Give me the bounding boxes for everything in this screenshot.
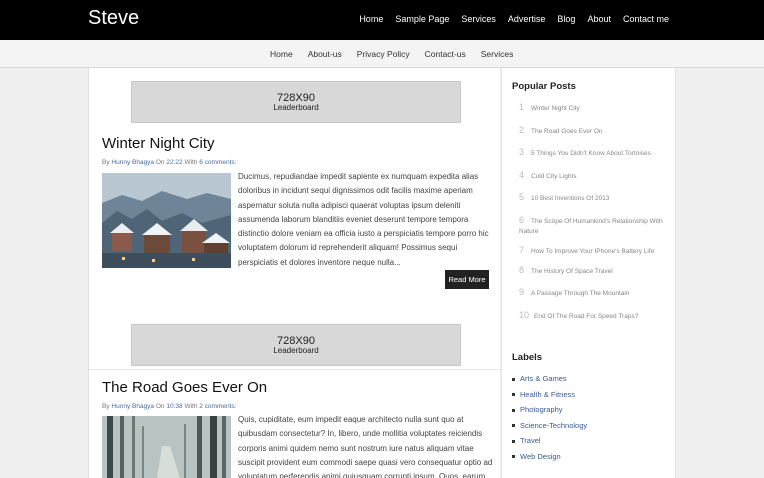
post-meta: By Hunny Bhagya On 22:22 With 6 comments… xyxy=(102,159,236,166)
post-time-link[interactable]: 22:22 xyxy=(166,159,182,166)
popular-post-item[interactable]: 7 How To Improve Your IPhone's Battery Li… xyxy=(519,245,669,257)
popular-post-item[interactable]: 5 10 Best Inventions Of 2013 xyxy=(519,192,669,204)
meta-with: With xyxy=(184,159,198,166)
post-time-link[interactable]: 10:38 xyxy=(166,403,182,410)
popular-post-link[interactable]: The History Of Space Travel xyxy=(531,268,613,275)
popular-post-number: 2 xyxy=(519,124,525,135)
meta-by: By xyxy=(102,159,110,166)
label-link[interactable]: Web Design xyxy=(512,449,587,465)
top-nav-blog[interactable]: Blog xyxy=(557,14,575,24)
ad-label: Leaderboard xyxy=(273,346,319,355)
popular-post-item[interactable]: 3 5 Things You Didn't Know About Tortoise… xyxy=(519,147,669,159)
popular-post-number: 7 xyxy=(519,244,525,255)
post-thumbnail-winter-city[interactable] xyxy=(102,173,231,268)
meta-with: With xyxy=(184,403,198,410)
top-nav-home[interactable]: Home xyxy=(359,14,383,24)
sub-nav-contact-us[interactable]: Contact-us xyxy=(425,49,466,59)
popular-post-number: 6 xyxy=(519,214,525,225)
sidebar: Popular Posts 1 Winter Night City 2 The Ro… xyxy=(501,68,676,478)
label-link[interactable]: Photography xyxy=(512,402,587,418)
popular-post-item[interactable]: 8 The History Of Space Travel xyxy=(519,265,669,277)
ad-label: Leaderboard xyxy=(273,103,319,112)
top-nav: Home Sample Page Services Advertise Blog… xyxy=(347,14,669,24)
popular-posts-list: 1 Winter Night City 2 The Road Goes Ever O… xyxy=(519,102,669,332)
top-nav-sample-page[interactable]: Sample Page xyxy=(395,14,449,24)
popular-post-item[interactable]: 2 The Road Goes Ever On xyxy=(519,125,669,137)
popular-post-number: 8 xyxy=(519,264,525,275)
leaderboard-ad[interactable]: 728X90 Leaderboard xyxy=(131,81,461,123)
post-meta: By Hunny Bhagya On 10:38 With 2 comments… xyxy=(102,403,236,410)
sub-nav-about-us[interactable]: About-us xyxy=(308,49,342,59)
author-link[interactable]: Hunny Bhagya xyxy=(111,159,154,166)
labels-heading: Labels xyxy=(512,352,543,363)
popular-post-item[interactable]: 10 End Of The Road For Speed Traps? xyxy=(519,310,669,322)
popular-post-number: 1 xyxy=(519,102,525,112)
labels-list: Arts & Games Health & Fitness Photograph… xyxy=(512,371,587,464)
meta-on: On xyxy=(155,403,165,410)
popular-post-number: 9 xyxy=(519,287,525,297)
popular-post-item[interactable]: 9 A Passage Through The Mountain xyxy=(519,287,669,299)
popular-post-link[interactable]: How To Improve Your IPhone's Battery Lif… xyxy=(531,248,654,255)
post-divider xyxy=(89,369,501,370)
post-excerpt: Ducimus, repudiandae impedit sapiente ex… xyxy=(238,172,489,267)
meta-by: By xyxy=(102,403,110,410)
popular-post-link[interactable]: Winter Night City xyxy=(531,105,580,112)
label-link[interactable]: Health & Fitness xyxy=(512,387,587,403)
label-link[interactable]: Arts & Games xyxy=(512,371,587,387)
top-nav-about[interactable]: About xyxy=(587,14,611,24)
meta-on: On xyxy=(155,159,165,166)
author-link[interactable]: Hunny Bhagya xyxy=(111,403,154,410)
popular-post-number: 4 xyxy=(519,169,525,180)
comments-link[interactable]: 2 comments: xyxy=(199,403,236,410)
sub-nav-services[interactable]: Services xyxy=(481,49,514,59)
popular-post-item[interactable]: 6 The Scope Of Humankind's Relationship W… xyxy=(519,215,669,237)
label-link[interactable]: Travel xyxy=(512,433,587,449)
popular-post-number: 10 xyxy=(519,309,530,320)
popular-post-link[interactable]: The Scope Of Humankind's Relationship Wi… xyxy=(519,218,663,235)
top-header: Steve Home Sample Page Services Advertis… xyxy=(0,0,764,40)
sub-nav-privacy-policy[interactable]: Privacy Policy xyxy=(357,49,410,59)
popular-post-item[interactable]: 4 Cold City Lights xyxy=(519,170,669,182)
popular-post-link[interactable]: 5 Things You Didn't Know About Tortoises xyxy=(531,150,651,157)
ad-size: 728X90 xyxy=(277,92,315,104)
post-thumbnail-forest-road[interactable] xyxy=(102,416,231,478)
sub-nav-home[interactable]: Home xyxy=(270,49,293,59)
top-nav-contact-me[interactable]: Contact me xyxy=(623,14,669,24)
top-nav-advertise[interactable]: Advertise xyxy=(508,14,546,24)
popular-post-number: 5 xyxy=(519,192,525,202)
post-excerpt: Quis, cupiditate, eum impedit eaque arch… xyxy=(238,415,493,478)
secondary-nav: Home About-us Privacy Policy Contact-us … xyxy=(270,49,528,59)
post-title[interactable]: The Road Goes Ever On xyxy=(102,379,267,396)
secondary-nav-bar: Home About-us Privacy Policy Contact-us … xyxy=(0,40,764,68)
popular-post-link[interactable]: The Road Goes Ever On xyxy=(531,128,603,135)
post-title[interactable]: Winter Night City xyxy=(102,135,215,152)
popular-posts-heading: Popular Posts xyxy=(512,81,576,92)
ad-size: 728X90 xyxy=(277,335,315,347)
label-link[interactable]: Science-Technology xyxy=(512,418,587,434)
popular-post-link[interactable]: A Passage Through The Mountain xyxy=(531,290,629,297)
leaderboard-ad[interactable]: 728X90 Leaderboard xyxy=(131,324,461,366)
popular-post-link[interactable]: End Of The Road For Speed Traps? xyxy=(534,313,638,320)
read-more-button[interactable]: Read More xyxy=(445,270,489,289)
comments-link[interactable]: 6 comments: xyxy=(199,159,236,166)
popular-post-link[interactable]: 10 Best Inventions Of 2013 xyxy=(531,195,609,202)
main-content: 728X90 Leaderboard Winter Night City By … xyxy=(88,68,501,478)
popular-post-link[interactable]: Cold City Lights xyxy=(531,173,577,180)
popular-post-number: 3 xyxy=(519,147,525,157)
popular-post-item[interactable]: 1 Winter Night City xyxy=(519,102,669,114)
top-nav-services[interactable]: Services xyxy=(461,14,496,24)
site-title[interactable]: Steve xyxy=(88,7,139,30)
